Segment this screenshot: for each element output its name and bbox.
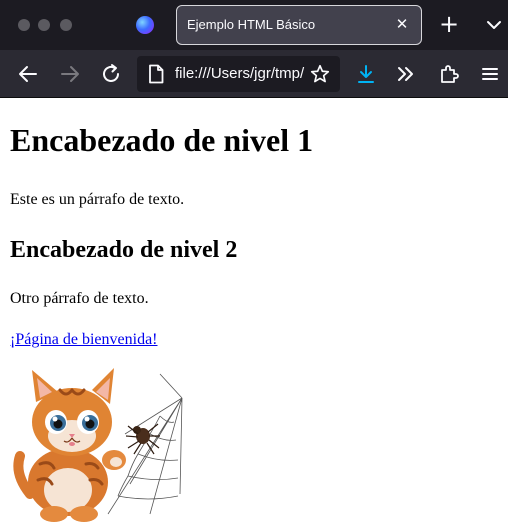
bookmark-star-icon[interactable]: [309, 63, 331, 85]
browser-titlebar: Ejemplo HTML Básico ✕ +: [0, 0, 508, 50]
close-window-button[interactable]: [18, 19, 30, 31]
tab-list-chevron-icon[interactable]: [482, 12, 506, 38]
url-input[interactable]: file:///Users/jgr/tmp/: [175, 65, 311, 82]
back-arrow-icon[interactable]: [16, 62, 40, 86]
overflow-chevrons-icon[interactable]: [394, 62, 418, 86]
zoom-window-button[interactable]: [60, 19, 72, 31]
tab-title: Ejemplo HTML Básico: [187, 17, 316, 32]
paragraph-1: Este es un párrafo de texto.: [10, 191, 185, 208]
tab-close-button[interactable]: ✕: [391, 13, 413, 35]
kitten-spider-image: [10, 364, 184, 524]
page-icon[interactable]: [147, 64, 165, 84]
url-bar[interactable]: file:///Users/jgr/tmp/: [137, 56, 340, 92]
minimize-window-button[interactable]: [38, 19, 50, 31]
heading-level-2: Encabezado de nivel 2: [10, 237, 238, 263]
tab-active[interactable]: Ejemplo HTML Básico ✕: [176, 5, 422, 45]
reload-icon[interactable]: [99, 62, 123, 86]
hamburger-menu-icon[interactable]: [478, 62, 502, 86]
paragraph-2: Otro párrafo de texto.: [10, 290, 149, 307]
forward-arrow-icon[interactable]: [58, 62, 82, 86]
welcome-page-link[interactable]: ¡Página de bienvenida!: [10, 331, 158, 349]
heading-level-1: Encabezado de nivel 1: [10, 122, 314, 158]
extensions-icon[interactable]: [437, 62, 461, 86]
firefox-logo-icon[interactable]: [136, 16, 154, 34]
download-icon[interactable]: [354, 62, 378, 86]
new-tab-button[interactable]: +: [436, 12, 462, 38]
